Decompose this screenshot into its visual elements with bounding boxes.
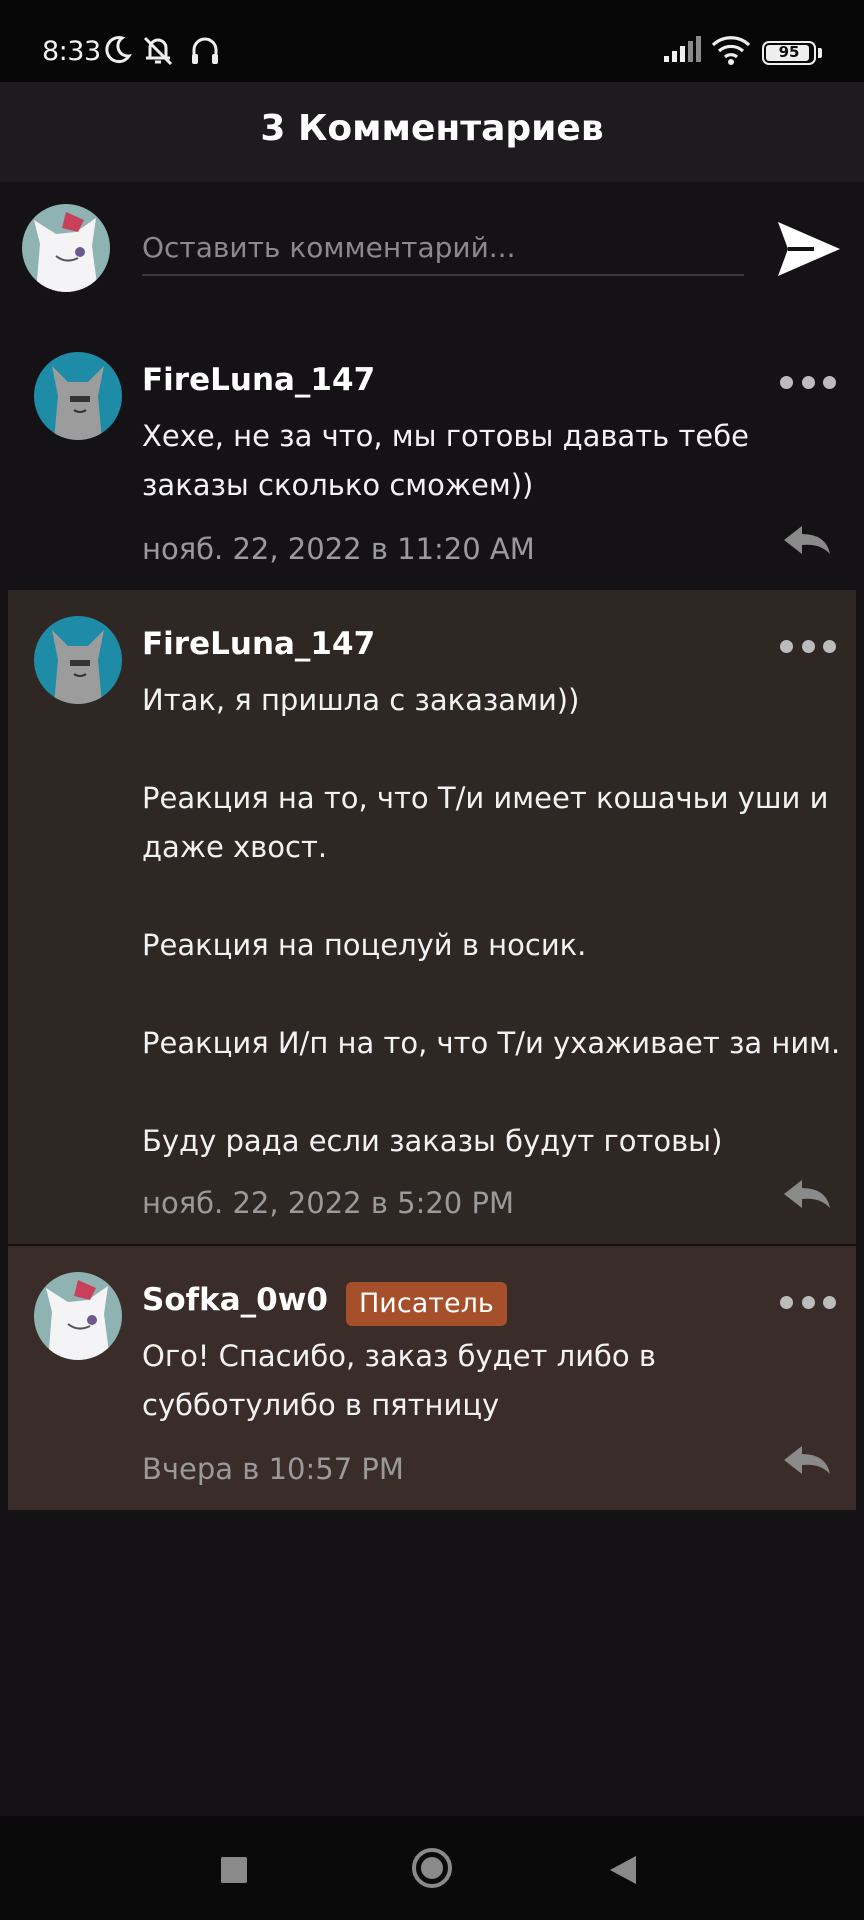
author-avatar[interactable] xyxy=(34,352,122,440)
battery-icon: 95 xyxy=(762,41,816,65)
comment-item: Sofka_0w0 Писатель Ого! Спасибо, заказ б… xyxy=(8,1246,856,1510)
current-user-avatar[interactable] xyxy=(22,204,110,292)
notifications-off-icon xyxy=(143,36,173,66)
author-name[interactable]: FireLuna_147 xyxy=(142,362,375,398)
back-button[interactable] xyxy=(608,1854,638,1886)
system-nav-bar xyxy=(0,1816,864,1920)
more-options-button[interactable] xyxy=(780,370,836,394)
page-title: 3 Комментариев xyxy=(260,108,604,149)
status-time: 8:33 xyxy=(42,36,101,67)
comment-line: даже хвост. xyxy=(142,830,328,864)
comment-line: заказы сколько сможем)) xyxy=(142,468,534,502)
reply-icon[interactable] xyxy=(780,522,834,558)
author-name[interactable]: Sofka_0w0 xyxy=(142,1282,328,1318)
wifi-icon xyxy=(711,36,751,65)
comment-text: Итак, я пришла с заказами)) Реакция на т… xyxy=(142,676,842,1166)
more-options-button[interactable] xyxy=(780,634,836,658)
comment-compose xyxy=(0,182,864,322)
header: 3 Комментариев xyxy=(0,82,864,182)
more-options-button[interactable] xyxy=(780,1290,836,1314)
writer-badge: Писатель xyxy=(346,1282,507,1326)
comment-date: нояб. 22, 2022 в 5:20 PM xyxy=(142,1186,514,1220)
comment-line: Хехе, не за что, мы готовы давать тебе xyxy=(142,419,749,453)
signal-icon xyxy=(664,36,701,62)
comment-input[interactable] xyxy=(142,220,744,276)
comment-line xyxy=(142,970,842,1019)
moon-icon xyxy=(105,36,132,64)
comment-line xyxy=(142,872,842,921)
home-button[interactable] xyxy=(410,1846,454,1890)
author-avatar[interactable] xyxy=(34,1272,122,1360)
author-name[interactable]: FireLuna_147 xyxy=(142,626,375,662)
status-bar: 8:33 95 xyxy=(0,0,864,82)
comment-line xyxy=(142,725,842,774)
recents-button[interactable] xyxy=(220,1856,248,1884)
comment-line: Буду рада если заказы будут готовы) xyxy=(142,1124,723,1158)
author-avatar[interactable] xyxy=(34,616,122,704)
headphones-icon xyxy=(192,37,218,64)
comment-text: Ого! Спасибо, заказ будет либо в субботу… xyxy=(142,1332,842,1430)
comment-item: FireLuna_147 Хехе, не за что, мы готовы … xyxy=(8,326,856,588)
comment-line: Итак, я пришла с заказами)) xyxy=(142,683,580,717)
comment-date: нояб. 22, 2022 в 11:20 AM xyxy=(142,532,535,566)
battery-tip xyxy=(818,48,822,58)
reply-icon[interactable] xyxy=(780,1442,834,1478)
comment-line: Реакция на поцелуй в носик. xyxy=(142,928,587,962)
comment-line: субботулибо в пятницу xyxy=(142,1388,500,1422)
battery-percent: 95 xyxy=(778,43,800,61)
comment-item: FireLuna_147 Итак, я пришла с заказами))… xyxy=(8,590,856,1244)
send-button[interactable] xyxy=(774,216,844,282)
comment-date: Вчера в 10:57 PM xyxy=(142,1452,404,1486)
comment-text: Хехе, не за что, мы готовы давать тебе з… xyxy=(142,412,842,510)
comment-line xyxy=(142,1068,842,1117)
comment-line: Ого! Спасибо, заказ будет либо в xyxy=(142,1339,656,1373)
comment-line: Реакция И/п на то, что Т/и ухаживает за … xyxy=(142,1026,841,1060)
comment-line: Реакция на то, что Т/и имеет кошачьи уши… xyxy=(142,781,829,815)
reply-icon[interactable] xyxy=(780,1176,834,1212)
